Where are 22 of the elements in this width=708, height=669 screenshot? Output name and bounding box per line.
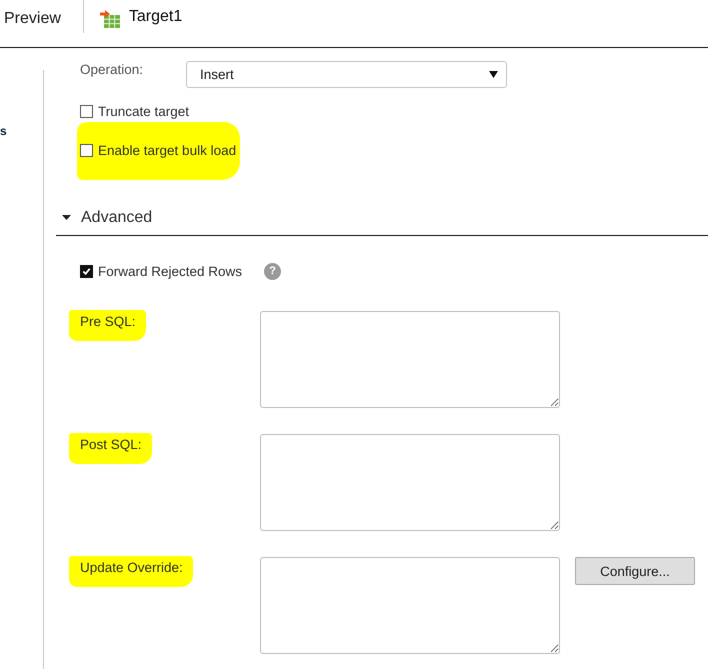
field-label: Pre SQL: <box>80 314 136 329</box>
configure-button[interactable]: Configure... <box>575 557 695 585</box>
sidebar-item[interactable]: s <box>0 124 7 138</box>
checkbox[interactable] <box>80 104 93 118</box>
table-icon <box>100 10 120 28</box>
operation-dropdown[interactable]: Insert <box>186 61 507 88</box>
sql-text-field[interactable] <box>260 557 560 654</box>
caret-icon <box>489 71 498 78</box>
sql-text-field[interactable] <box>260 434 560 531</box>
sql-text-field[interactable] <box>260 311 560 408</box>
checkbox[interactable] <box>80 264 93 278</box>
expand-triangle-icon[interactable] <box>62 215 71 220</box>
section-title[interactable]: Advanced <box>81 208 152 226</box>
checkbox[interactable] <box>80 144 93 156</box>
operation-label: Operation: <box>80 61 144 79</box>
target-title: Target1 <box>128 8 182 26</box>
checkbox-label: Enable target bulk load <box>98 142 236 158</box>
preview-button[interactable]: Preview <box>0 10 61 28</box>
field-label: Post SQL: <box>80 437 142 452</box>
field-label: Update Override: <box>80 560 183 575</box>
checkbox-label: Truncate target <box>98 104 190 118</box>
checkbox-label: Forward Rejected Rows <box>98 264 242 278</box>
